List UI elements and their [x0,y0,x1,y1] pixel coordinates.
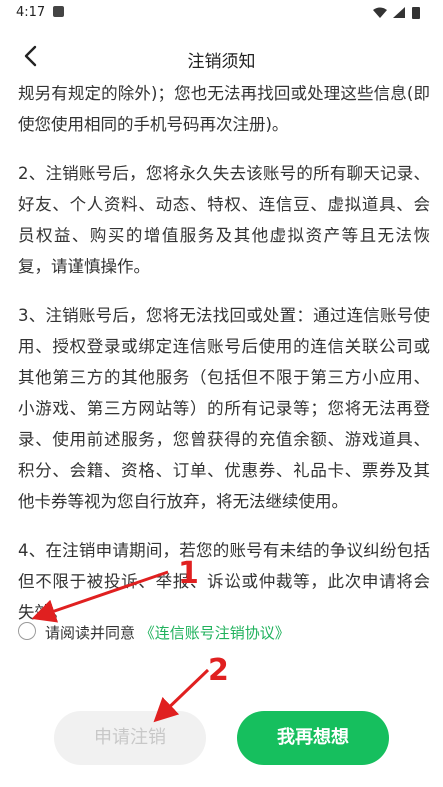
apply-cancel-account-button[interactable]: 申请注销 [54,711,206,765]
annotation-label-2: 2 [208,653,229,688]
page-title: 注销须知 [187,52,256,72]
agree-radio[interactable] [18,622,36,640]
battery-icon [412,7,420,19]
signal-icon [393,7,405,18]
agreement-prefix: 请阅读并同意 [45,624,140,642]
agreement-link[interactable]: 《连信账号注销协议》 [140,624,290,642]
notice-paragraph-4: 4、在注销申请期间，若您的账号有未结的争议纠纷包括但不限于被投诉、举报、诉讼或仲… [18,541,430,622]
status-bar: 4:17 [0,0,443,26]
annotation-arrow-2 [153,668,210,723]
notice-paragraph-3: 3、注销账号后，您将无法找回或处置：通过连信账号使用、授权登录或绑定连信账号后使… [18,306,430,511]
notification-icon [53,6,64,17]
agreement-row: 请阅读并同意 《连信账号注销协议》 [18,618,438,648]
notice-content: 规另有规定的除外)；您也无法再找回或处理这些信息(即使您使用相同的手机号码再次注… [18,78,430,646]
notice-paragraph-1: 规另有规定的除外)；您也无法再找回或处理这些信息(即使您使用相同的手机号码再次注… [18,84,430,134]
status-time: 4:17 [16,5,46,20]
agreement-text: 请阅读并同意 《连信账号注销协议》 [45,622,290,643]
notice-paragraph-2: 2、注销账号后，您将永久失去该账号的所有聊天记录、好友、个人资料、动态、特权、连… [18,164,430,276]
rethink-button[interactable]: 我再想想 [237,711,389,765]
status-icons [371,6,431,24]
wifi-icon [373,7,387,18]
